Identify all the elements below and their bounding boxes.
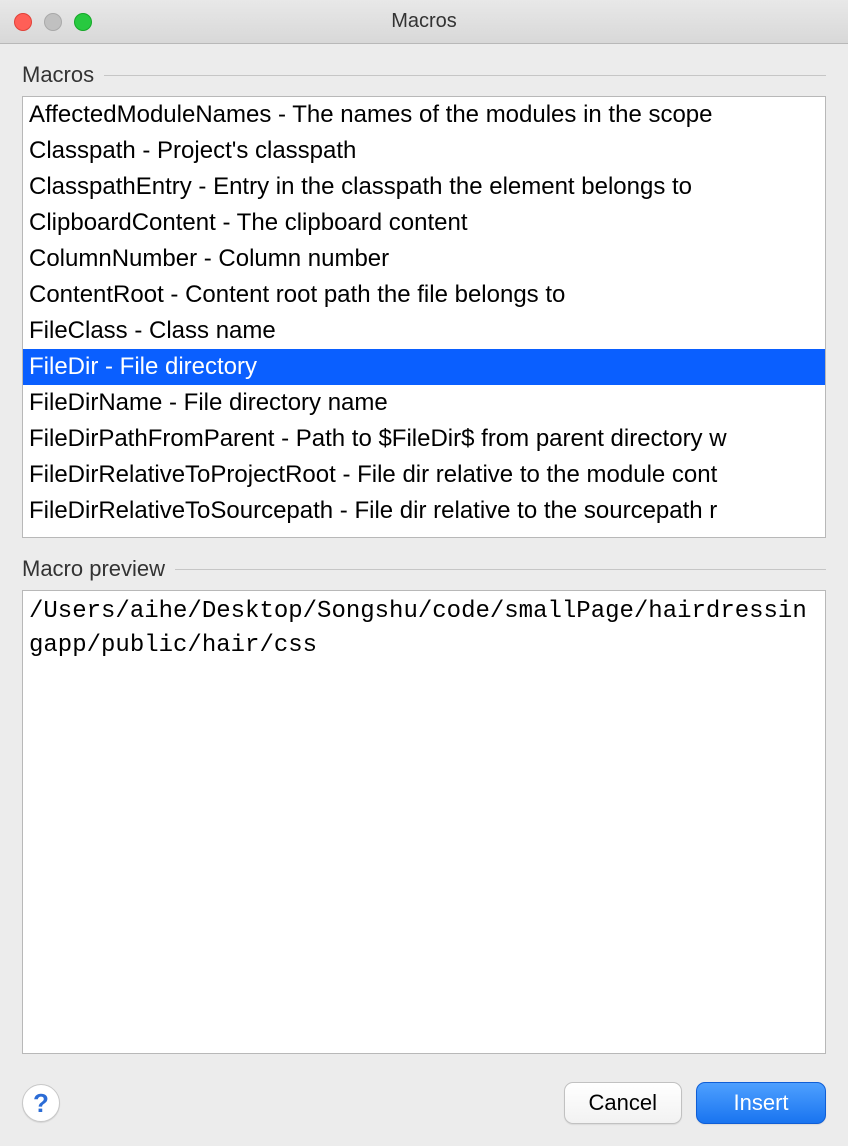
close-window-button[interactable] <box>14 13 32 31</box>
cancel-button[interactable]: Cancel <box>564 1082 682 1124</box>
minimize-window-button[interactable] <box>44 13 62 31</box>
macro-list-item[interactable]: AffectedModuleNames - The names of the m… <box>23 97 825 133</box>
macro-list-item[interactable]: ColumnNumber - Column number <box>23 241 825 277</box>
macros-group-label: Macros <box>22 62 826 88</box>
window-title: Macros <box>0 10 848 33</box>
macro-list-item[interactable]: FileDirPathFromParent - Path to $FileDir… <box>23 421 825 457</box>
zoom-window-button[interactable] <box>74 13 92 31</box>
dialog-footer: ? Cancel Insert <box>0 1074 848 1146</box>
macro-list-item[interactable]: Classpath - Project's classpath <box>23 133 825 169</box>
dialog-content: Macros AffectedModuleNames - The names o… <box>0 44 848 1074</box>
macro-preview-group-label: Macro preview <box>22 556 826 582</box>
macros-list[interactable]: AffectedModuleNames - The names of the m… <box>22 96 826 538</box>
macro-list-item[interactable]: FileClass - Class name <box>23 313 825 349</box>
help-button[interactable]: ? <box>22 1084 60 1122</box>
macro-list-item[interactable]: FileDirName - File directory name <box>23 385 825 421</box>
titlebar: Macros <box>0 0 848 44</box>
macro-list-item[interactable]: FileDirRelativeToSourcepath - File dir r… <box>23 493 825 529</box>
macros-group-label-text: Macros <box>22 62 94 88</box>
macro-list-item[interactable]: ContentRoot - Content root path the file… <box>23 277 825 313</box>
macro-list-item[interactable]: FileDir - File directory <box>23 349 825 385</box>
macro-preview-group-label-text: Macro preview <box>22 556 165 582</box>
macro-list-item[interactable]: ClipboardContent - The clipboard content <box>23 205 825 241</box>
macro-list-item[interactable]: ClasspathEntry - Entry in the classpath … <box>23 169 825 205</box>
traffic-lights <box>0 13 92 31</box>
insert-button[interactable]: Insert <box>696 1082 826 1124</box>
macro-preview-box: /Users/aihe/Desktop/Songshu/code/smallPa… <box>22 590 826 1054</box>
macro-list-item[interactable]: FileDirRelativeToProjectRoot - File dir … <box>23 457 825 493</box>
